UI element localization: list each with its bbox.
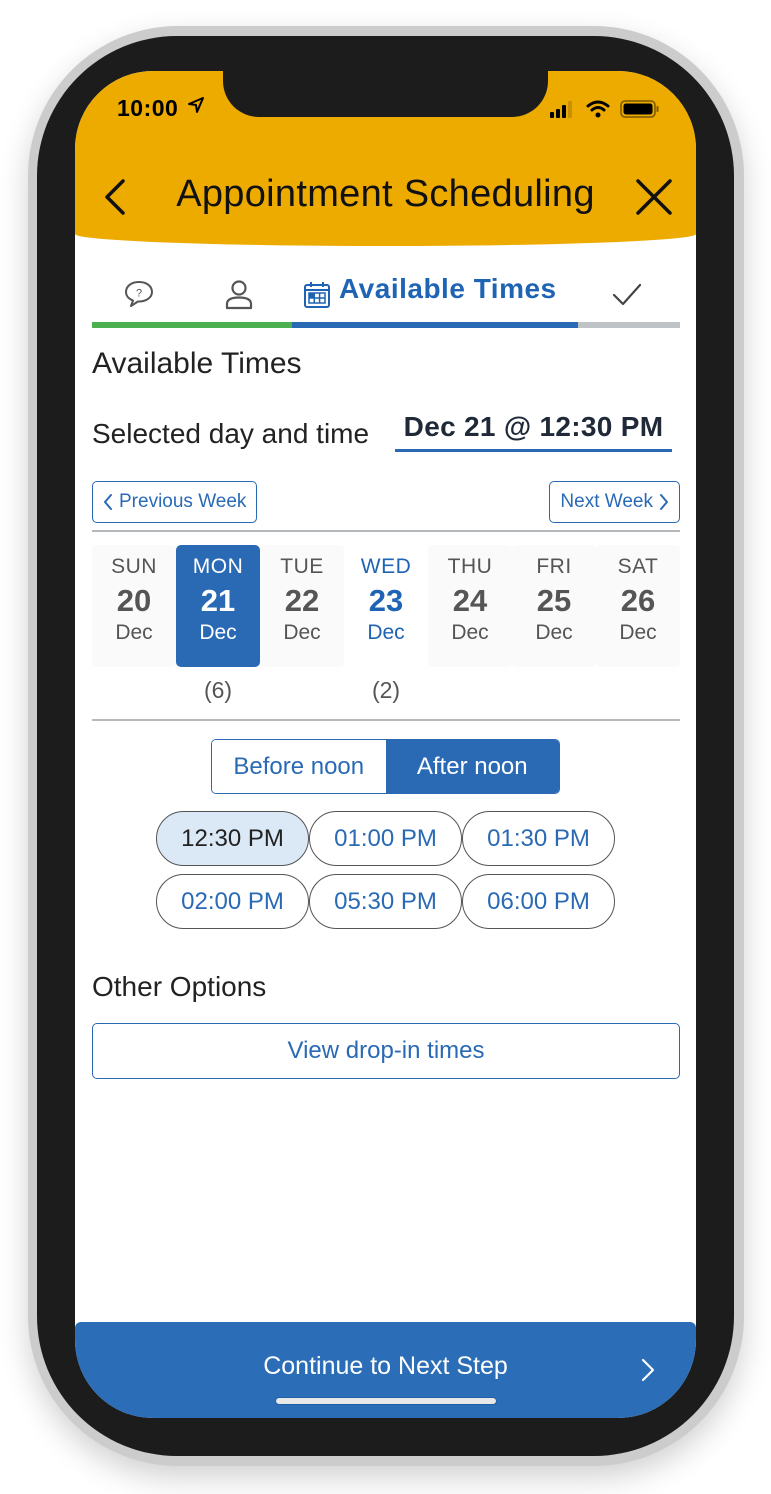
other-options-title: Other Options	[92, 971, 267, 1002]
day-month: Dec	[535, 621, 573, 644]
signal-icon	[550, 101, 572, 118]
home-indicator[interactable]	[275, 1397, 497, 1405]
day-thu-24[interactable]: THU 24 Dec	[428, 545, 512, 667]
day-name: WED	[360, 555, 412, 578]
battery-icon	[620, 100, 659, 118]
question-bubble-icon[interactable]: ?	[122, 277, 156, 311]
calendar-icon[interactable]	[302, 277, 332, 311]
app-screen: 10:00 Appointment Scheduling ? Available…	[75, 71, 696, 1418]
day-name: SAT	[617, 555, 659, 578]
day-number: 23	[368, 583, 404, 618]
day-number: 25	[536, 583, 572, 618]
day-month: Dec	[283, 621, 321, 644]
day-sun-20[interactable]: SUN 20 Dec	[92, 545, 176, 667]
day-number: 20	[116, 583, 152, 618]
after-noon-button[interactable]: After noon	[385, 740, 559, 793]
previous-week-label: Previous Week	[119, 491, 247, 512]
progress-segment-active	[292, 322, 578, 328]
day-month: Dec	[367, 621, 405, 644]
day-mon-21[interactable]: MON 21 Dec	[176, 545, 260, 667]
selected-day-time-value: Dec 21 @ 12:30 PM	[395, 411, 672, 452]
status-icons	[550, 99, 660, 119]
next-week-button[interactable]: Next Week	[549, 481, 680, 523]
day-month: Dec	[199, 621, 237, 644]
chevron-right-icon	[660, 494, 668, 510]
phone-notch	[223, 71, 548, 117]
time-slot[interactable]: 12:30 PM	[156, 811, 309, 866]
day-fri-25[interactable]: FRI 25 Dec	[512, 545, 596, 667]
period-toggle: Before noon After noon	[211, 739, 560, 794]
divider	[92, 530, 680, 532]
week-day-picker: SUN 20 Dec MON 21 Dec TUE 22 Dec WED 23 …	[92, 545, 680, 667]
selected-day-time-label: Selected day and time	[92, 418, 370, 449]
step-progress-bar	[92, 322, 680, 328]
day-name: MON	[192, 555, 244, 578]
day-month: Dec	[451, 621, 489, 644]
day-number: 21	[200, 583, 236, 618]
time-slots: 12:30 PM 01:00 PM 01:30 PM 02:00 PM 05:3…	[156, 811, 615, 929]
count-thu	[428, 677, 512, 704]
view-drop-in-times-button[interactable]: View drop-in times	[92, 1023, 680, 1079]
day-number: 26	[620, 583, 656, 618]
time-slot[interactable]: 05:30 PM	[309, 874, 462, 929]
page-title: Appointment Scheduling	[176, 173, 595, 215]
status-time: 10:00	[117, 95, 179, 121]
step-label-available-times[interactable]: Available Times	[339, 273, 557, 305]
progress-segment-done	[92, 322, 292, 328]
checkmark-icon[interactable]	[610, 277, 644, 311]
progress-segment-todo	[578, 322, 680, 328]
before-noon-button[interactable]: Before noon	[212, 740, 386, 793]
divider	[92, 719, 680, 721]
day-name: FRI	[536, 555, 572, 578]
time-slot[interactable]: 06:00 PM	[462, 874, 615, 929]
close-button[interactable]	[632, 175, 676, 219]
step-tabs: ? Available Times	[92, 267, 680, 329]
day-month: Dec	[115, 621, 153, 644]
count-tue	[260, 677, 344, 704]
person-icon[interactable]	[222, 277, 256, 311]
day-number: 24	[452, 583, 488, 618]
time-slot[interactable]: 01:00 PM	[309, 811, 462, 866]
previous-week-button[interactable]: Previous Week	[92, 481, 258, 523]
chevron-right-icon	[641, 1358, 655, 1382]
count-sun	[92, 677, 176, 704]
time-slot[interactable]: 01:30 PM	[462, 811, 615, 866]
count-mon: (6)	[203, 677, 233, 703]
section-title-available-times: Available Times	[92, 347, 302, 380]
svg-text:?: ?	[136, 288, 142, 300]
count-wed: (2)	[371, 677, 401, 703]
next-week-label: Next Week	[560, 491, 653, 512]
day-month: Dec	[619, 621, 657, 644]
location-arrow-icon	[188, 97, 204, 113]
day-tue-22[interactable]: TUE 22 Dec	[260, 545, 344, 667]
count-fri	[512, 677, 596, 704]
day-sat-26[interactable]: SAT 26 Dec	[596, 545, 680, 667]
close-icon	[636, 179, 672, 215]
continue-label: Continue to Next Step	[263, 1352, 508, 1380]
day-name: SUN	[111, 555, 157, 578]
day-number: 22	[284, 583, 320, 618]
day-name: TUE	[280, 555, 324, 578]
wifi-icon	[586, 100, 610, 118]
availability-counts: (6) (2)	[92, 677, 680, 704]
day-name: THU	[447, 555, 493, 578]
count-sat	[596, 677, 680, 704]
day-wed-23[interactable]: WED 23 Dec	[344, 545, 428, 667]
chevron-left-icon	[104, 494, 112, 510]
time-slot[interactable]: 02:00 PM	[156, 874, 309, 929]
